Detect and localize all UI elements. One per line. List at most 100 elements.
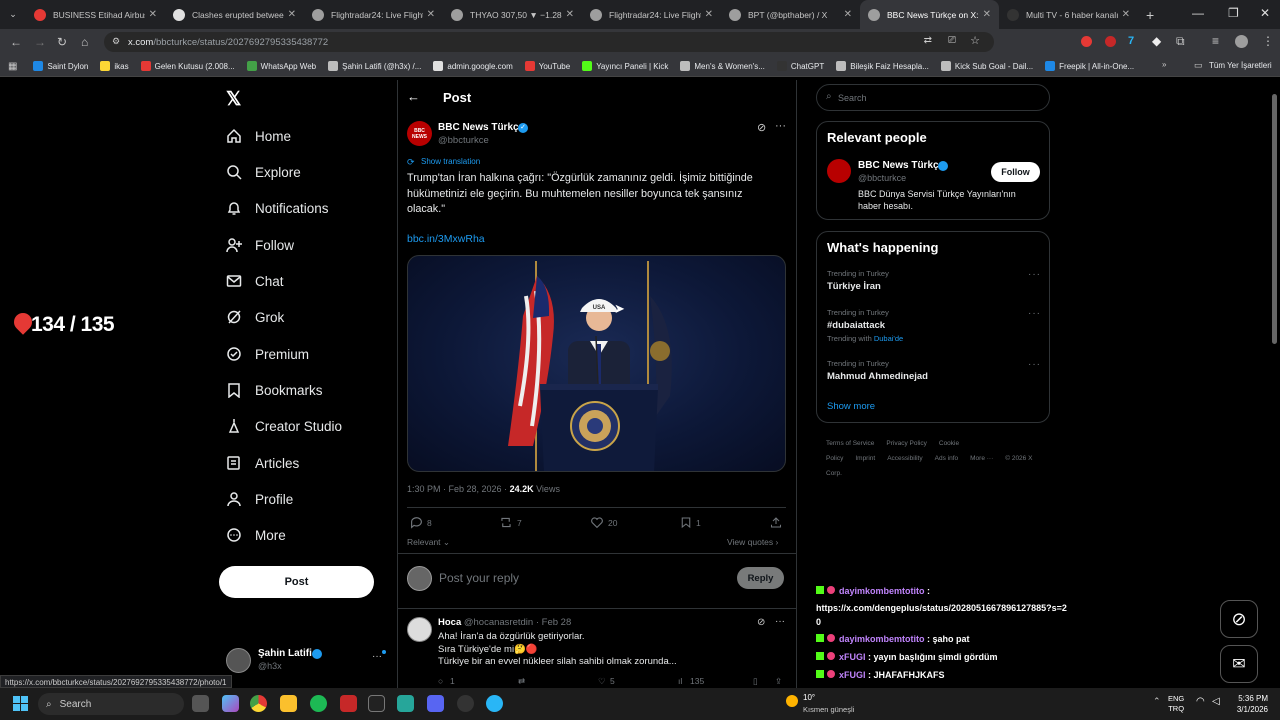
translate-icon[interactable]: ⇄ <box>924 35 932 46</box>
tab-search-button[interactable]: ⌄ <box>0 0 26 29</box>
footer-link[interactable]: Imprint <box>855 455 875 462</box>
bookmark-item[interactable]: WhatsApp Web <box>246 61 316 71</box>
chat-username[interactable]: dayimkombemtotito <box>839 634 925 644</box>
tab-close-icon[interactable]: ✕ <box>983 9 991 20</box>
copilot-icon[interactable] <box>222 695 239 712</box>
trend-more-icon[interactable]: ··· <box>1028 308 1041 319</box>
tab-list-icon[interactable]: ≡ <box>1212 34 1219 48</box>
bookmark-item[interactable]: Men's & Women's... <box>680 61 765 71</box>
discord-icon[interactable] <box>427 695 444 712</box>
account-more-icon[interactable]: ··· <box>372 651 382 662</box>
show-more-link[interactable]: Show more <box>827 401 875 412</box>
taskbar-search[interactable]: ⌕ Search <box>38 693 184 715</box>
nav-follow[interactable]: Follow <box>226 237 294 253</box>
weather-icon[interactable] <box>786 695 798 707</box>
bookmark-item[interactable]: Saint Dylon <box>33 61 88 71</box>
nav-explore[interactable]: Explore <box>226 164 301 180</box>
tab-close-icon[interactable]: ✕ <box>149 9 157 20</box>
all-bookmarks-label[interactable]: Tüm Yer İşaretleri <box>1209 61 1272 70</box>
app-icon-dark[interactable] <box>457 695 474 712</box>
app-icon-cyan[interactable] <box>486 695 503 712</box>
browser-tab[interactable]: BUSINESS Etihad Airbus A ✕ <box>26 0 165 29</box>
tab-close-icon[interactable]: ✕ <box>705 9 713 20</box>
reply-button[interactable]: Reply <box>737 567 784 589</box>
nav-more[interactable]: More <box>226 527 286 543</box>
reload-icon[interactable]: ↻ <box>57 35 67 49</box>
chat-username[interactable]: xFUGI <box>839 652 866 662</box>
share-action[interactable] <box>770 516 786 529</box>
chrome-taskbar-icon[interactable] <box>250 695 267 712</box>
reply-author-name[interactable]: Hoca <box>438 617 461 628</box>
post-button[interactable]: Post <box>219 566 374 598</box>
nav-grok[interactable]: Grok <box>226 309 284 325</box>
nav-profile[interactable]: Profile <box>226 491 293 507</box>
footer-link[interactable]: Ads info <box>935 455 959 462</box>
grok-icon[interactable]: ⊘ <box>757 121 766 134</box>
all-bookmarks-folder-icon[interactable]: ▭ <box>1194 60 1203 71</box>
reply-tweet-reply-icon[interactable]: ○ <box>438 676 443 686</box>
app-icon-red[interactable] <box>340 695 357 712</box>
nav-premium[interactable]: Premium <box>226 346 309 362</box>
reply-action[interactable]: 8 <box>410 516 432 529</box>
account-switcher[interactable]: Şahin Latifi @h3x ··· <box>226 647 386 675</box>
chat-username[interactable]: dayimkombemtotito <box>839 586 925 596</box>
show-translation-link[interactable]: Show translation <box>421 157 480 166</box>
trend-item[interactable]: Trending in Turkey Türkiye İran ··· <box>827 269 1041 292</box>
extension-icon-4[interactable]: ◆ <box>1152 34 1161 48</box>
profile-avatar-icon[interactable] <box>1235 35 1248 48</box>
nav-home[interactable]: Home <box>226 128 291 144</box>
apps-grid-icon[interactable]: ▦ <box>8 61 17 72</box>
extensions-puzzle-icon[interactable]: ⧉ <box>1176 34 1185 49</box>
footer-link[interactable]: Accessibility <box>887 455 922 462</box>
tab-close-icon[interactable]: ✕ <box>566 9 574 20</box>
weather-label[interactable]: Kısmen güneşli <box>803 705 854 714</box>
nav-creator-studio[interactable]: Creator Studio <box>226 418 342 434</box>
reply-tweet-repost-icon[interactable]: ⇄ <box>518 676 525 687</box>
footer-link[interactable]: More ··· <box>970 455 993 462</box>
bookmark-item[interactable]: ikas <box>100 61 129 71</box>
close-window-icon[interactable]: ✕ <box>1260 6 1270 20</box>
app-icon-x[interactable] <box>368 695 385 712</box>
reply-tweet-heart-icon[interactable]: ♡ <box>598 676 606 687</box>
nav-bookmarks[interactable]: Bookmarks <box>226 382 323 398</box>
site-info-icon[interactable]: ⚙ <box>112 36 120 47</box>
chat-username[interactable]: xFUGI <box>839 670 866 680</box>
trend-item[interactable]: Trending in Turkey #dubaiattack Trending w… <box>827 308 1041 343</box>
browser-tab[interactable]: Flightradar24: Live Flight ✕ <box>582 0 721 29</box>
back-icon[interactable]: ← <box>10 35 22 49</box>
tab-close-icon[interactable]: ✕ <box>288 9 296 20</box>
browser-tab[interactable]: Flightradar24: Live Flight ✕ <box>304 0 443 29</box>
page-scrollbar[interactable] <box>1272 94 1277 344</box>
nav-articles[interactable]: Articles <box>226 455 299 471</box>
tray-chevron-icon[interactable]: ⌃ <box>1153 696 1161 707</box>
browser-tab[interactable]: BBC News Türkçe on X: "T ✕ <box>860 0 999 29</box>
sort-dropdown[interactable]: Relevant ⌄ <box>407 537 450 548</box>
footer-link[interactable]: Terms of Service <box>826 440 874 447</box>
follow-button[interactable]: Follow <box>991 162 1040 182</box>
extension-icon-3[interactable]: 7 <box>1128 35 1134 47</box>
explorer-icon[interactable] <box>280 695 297 712</box>
language-indicator[interactable]: ENG TRQ <box>1168 694 1184 714</box>
tweet-image[interactable]: USA <box>407 255 786 472</box>
messages-float-button[interactable]: ✉ <box>1220 645 1258 683</box>
back-arrow-icon[interactable]: ← <box>407 89 420 104</box>
weather-temp[interactable]: 10° <box>803 693 815 702</box>
browser-tab[interactable]: BPT (@bpthaber) / X ✕ <box>721 0 860 29</box>
tweet-link[interactable]: bbc.in/3MxwRha <box>407 233 485 245</box>
forward-icon[interactable]: → <box>34 35 46 49</box>
minimize-icon[interactable]: — <box>1192 6 1204 20</box>
relevant-handle[interactable]: @bbcturkce <box>858 173 906 183</box>
bookmark-item[interactable]: admin.google.com <box>433 61 513 71</box>
reply-tweet-views-icon[interactable]: ıl <box>678 676 682 686</box>
bookmark-star-icon[interactable]: ☆ <box>970 34 980 47</box>
taskview-icon[interactable] <box>192 695 209 712</box>
home-icon[interactable]: ⌂ <box>81 35 88 49</box>
app-icon-blue[interactable] <box>397 695 414 712</box>
reply-tweet-share-icon[interactable]: ⇪ <box>775 676 782 687</box>
bookmarks-overflow-button[interactable]: » <box>1162 60 1166 69</box>
tab-close-icon[interactable]: ✕ <box>1122 9 1130 20</box>
search-box[interactable]: ⌕ Search <box>816 84 1050 111</box>
tab-close-icon[interactable]: ✕ <box>844 9 852 20</box>
trend-item[interactable]: Trending in Turkey Mahmud Ahmedinejad ··· <box>827 359 1041 382</box>
grok-float-button[interactable]: ⊘ <box>1220 600 1258 638</box>
